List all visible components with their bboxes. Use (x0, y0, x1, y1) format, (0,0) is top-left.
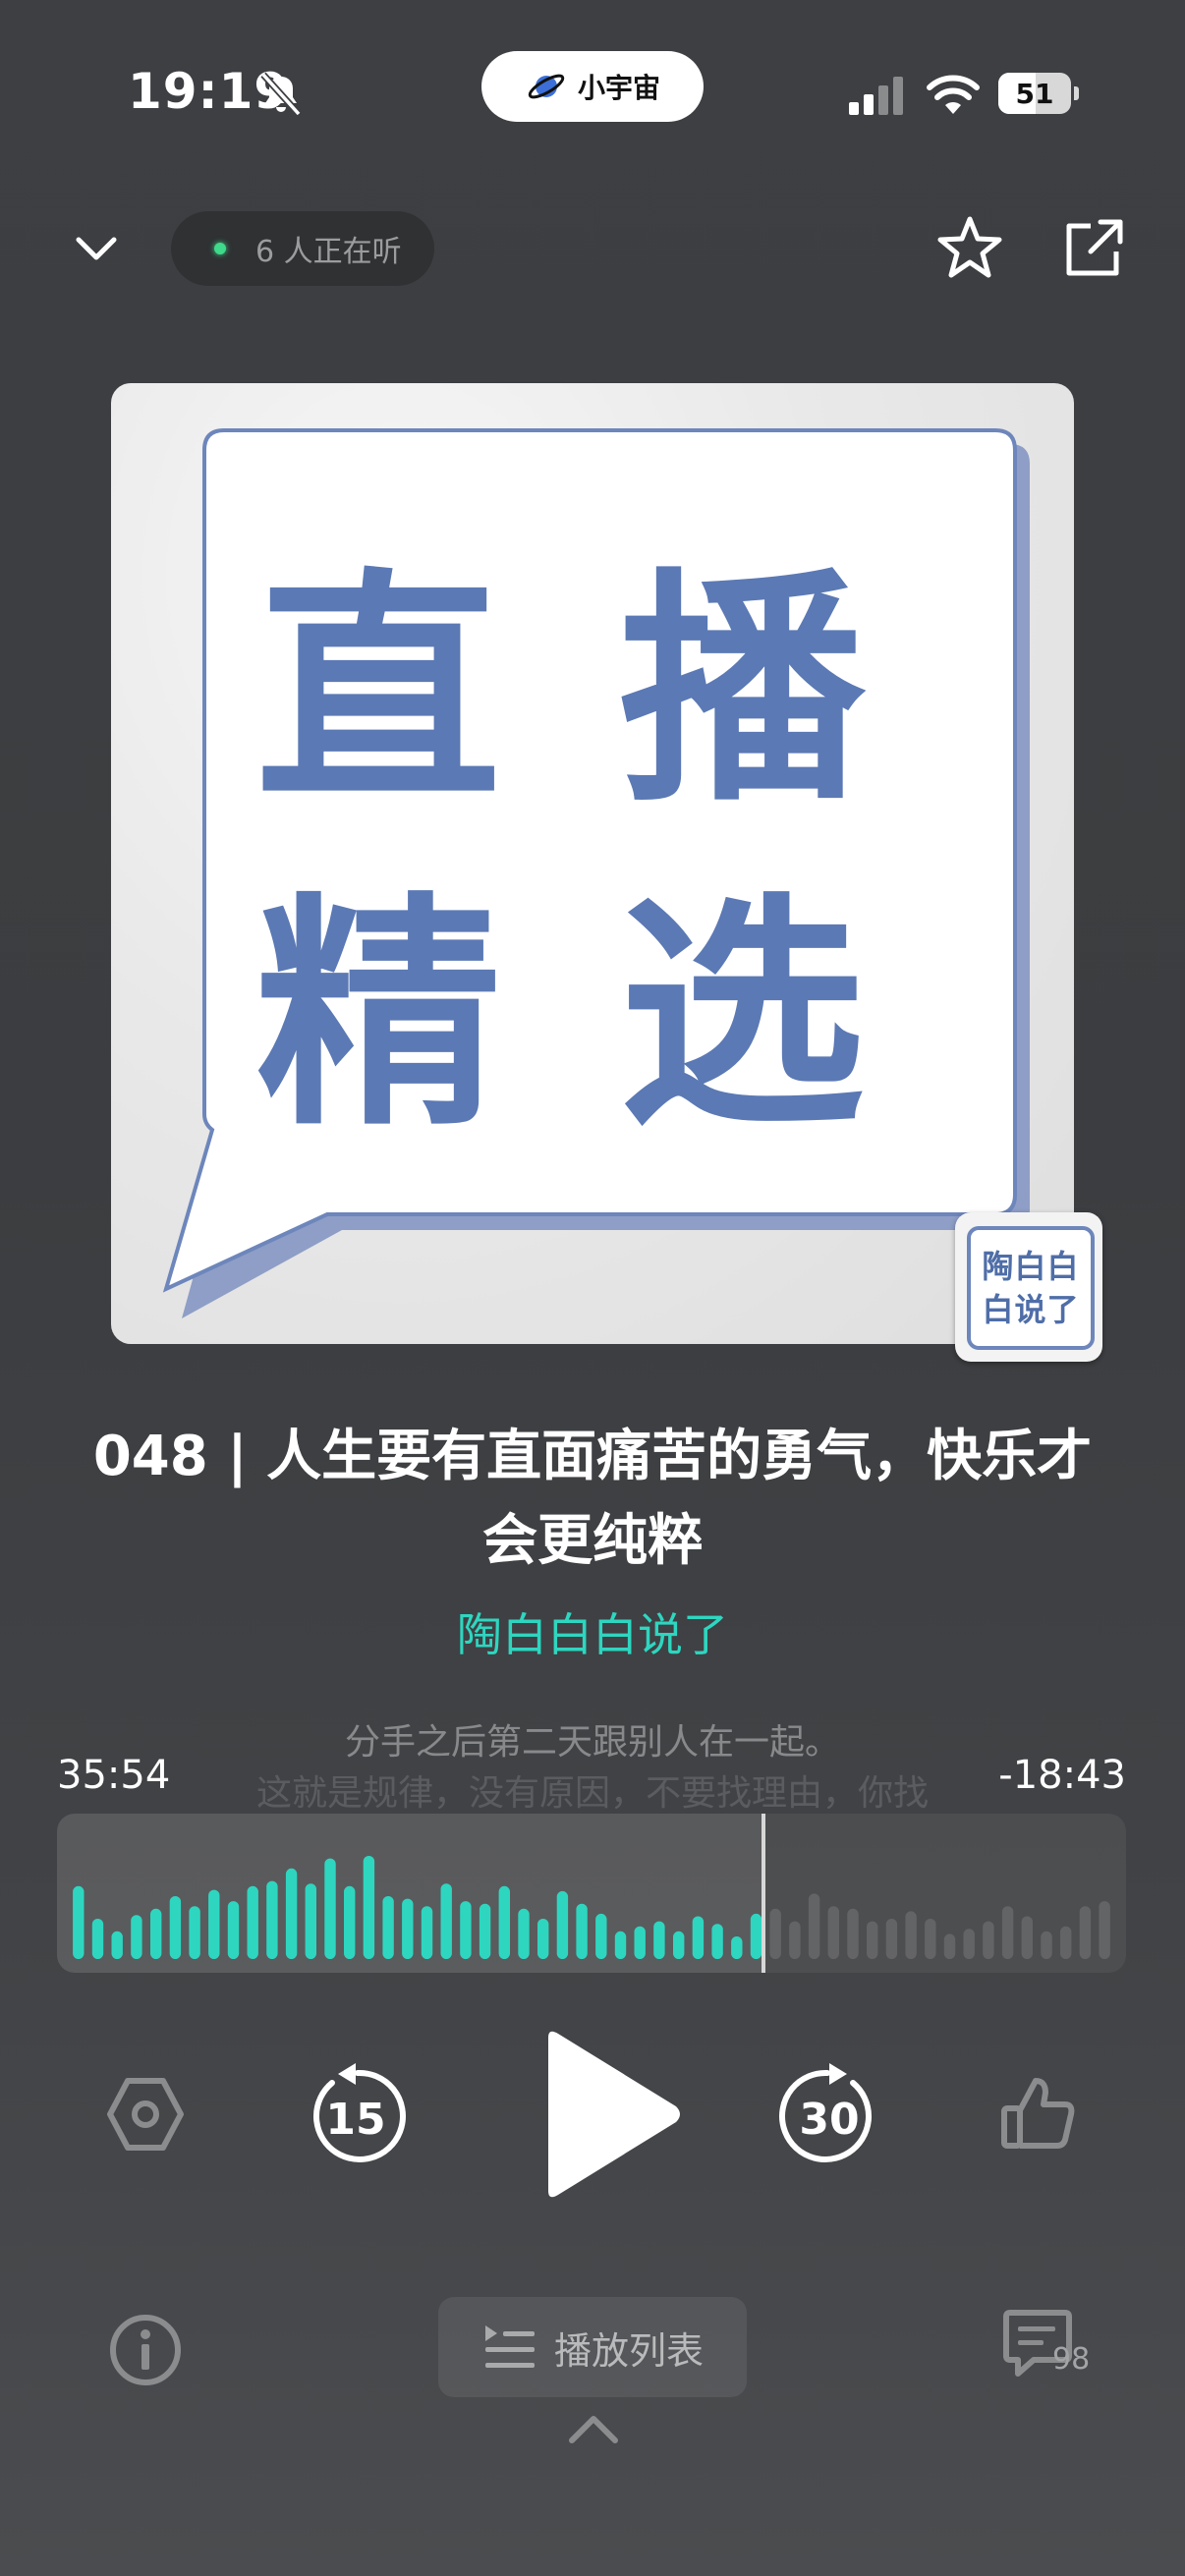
waveform-bar (363, 1856, 375, 1959)
thumbs-up-icon[interactable] (1000, 2075, 1077, 2152)
waveform-bar (885, 1919, 898, 1959)
episode-title: 048 | 人生要有直面痛苦的勇气，快乐才会更纯粹 (92, 1425, 1093, 1573)
listener-count-badge: 6 人正在听 (171, 211, 434, 286)
waveform-bar (1041, 1931, 1052, 1959)
waveform-bar (131, 1915, 142, 1959)
waveform-bar (111, 1931, 123, 1959)
waveform-bar (440, 1883, 452, 1959)
app-pill[interactable]: 小宇宙 (481, 51, 704, 122)
settings-hexagon-icon[interactable] (106, 2075, 185, 2154)
waveform-bar (285, 1868, 298, 1959)
waveform-bar (963, 1929, 975, 1959)
waveform-bar (673, 1931, 685, 1959)
waveform-bar (266, 1880, 278, 1959)
app-pill-label: 小宇宙 (577, 72, 660, 104)
cover-char: 精 (255, 872, 501, 1158)
waveform-bar (227, 1901, 240, 1959)
waveform-bar (208, 1889, 220, 1959)
waveform-bar (421, 1906, 433, 1959)
cover-char: 选 (619, 872, 865, 1158)
cellular-signal-icon (849, 77, 903, 115)
speech-bubble-graphic: 直 播 精 选 (162, 428, 1030, 1318)
waveform-bar (402, 1898, 414, 1959)
waveform-bar (867, 1921, 878, 1959)
playlist-icon (484, 2325, 535, 2368)
badge-line: 白说了 (982, 1291, 1080, 1328)
forward-30-button[interactable]: 30 (776, 2061, 882, 2169)
waveform-bar (983, 1921, 994, 1959)
share-icon[interactable] (1061, 216, 1126, 279)
battery-indicator: 51 (998, 73, 1079, 114)
star-icon[interactable] (935, 214, 1004, 281)
author-badge: 陶白白 白说了 (955, 1212, 1102, 1362)
waveform-bar (1021, 1916, 1033, 1959)
chevron-up-icon[interactable] (566, 2409, 621, 2448)
elapsed-time: 35:54 (57, 1753, 171, 1798)
waveform-bars (73, 1856, 1110, 1959)
waveform-bar (537, 1919, 549, 1959)
waveform-bar (382, 1896, 394, 1959)
live-dot-icon (214, 243, 226, 254)
cover-char: 播 (619, 548, 867, 834)
waveform-bar (905, 1911, 917, 1959)
waveform-bar (634, 1926, 646, 1959)
rewind-15-button[interactable]: 15 (303, 2061, 409, 2169)
waveform-bar (1001, 1906, 1014, 1959)
waveform-bar (769, 1908, 781, 1959)
waveform-bar (943, 1933, 956, 1959)
forward-seconds: 30 (799, 2095, 859, 2145)
waveform-bar (576, 1903, 588, 1959)
waveform-bar (247, 1885, 258, 1959)
cover-art: 直 播 精 选 (111, 383, 1074, 1344)
remaining-time: -18:43 (998, 1753, 1126, 1798)
waveform-bar (169, 1896, 182, 1959)
playlist-button[interactable]: 播放列表 (438, 2297, 747, 2397)
forward-icon: 30 (779, 2063, 873, 2162)
waveform-bar (556, 1890, 569, 1959)
waveform-bar (305, 1883, 316, 1959)
waveform-bar (1099, 1901, 1110, 1959)
waveform-bar (731, 1936, 743, 1959)
waveform-bar (498, 1885, 510, 1959)
info-icon[interactable] (108, 2313, 183, 2387)
planet-icon (528, 74, 565, 99)
play-icon[interactable] (536, 2028, 684, 2201)
waveform-bar (847, 1908, 859, 1959)
waveform-bar (750, 1913, 762, 1959)
badge-line: 陶白白 (982, 1248, 1080, 1285)
playlist-label: 播放列表 (553, 2328, 704, 2373)
waveform-bar (189, 1906, 200, 1959)
bell-muted-icon (260, 72, 302, 117)
listener-count-text: 6 人正在听 (255, 235, 402, 269)
waveform-bar (614, 1931, 627, 1959)
rewind-icon: 15 (312, 2063, 406, 2162)
waveform-bar (91, 1919, 104, 1959)
podcast-author[interactable]: 陶白白白说了 (0, 1599, 1185, 1664)
waveform-bar (789, 1921, 801, 1959)
waveform-bar (808, 1893, 820, 1959)
waveform-bar (460, 1901, 472, 1959)
cover-char: 直 (255, 548, 501, 834)
waveform-bar (150, 1908, 162, 1959)
waveform-bar (518, 1908, 530, 1959)
waveform-bar (479, 1903, 491, 1959)
wifi-icon (927, 75, 980, 114)
rewind-seconds: 15 (325, 2095, 385, 2145)
waveform-bar (344, 1885, 356, 1959)
waveform-bar (324, 1858, 336, 1959)
waveform-bar (73, 1885, 85, 1959)
collapse-chevron-down-icon[interactable] (69, 222, 124, 277)
comment-count: 98 (1052, 2342, 1091, 2377)
waveform-bar (692, 1916, 705, 1959)
waveform-scrubber[interactable] (57, 1814, 1126, 1973)
battery-level: 51 (1015, 77, 1054, 110)
waveform-bar (827, 1906, 839, 1959)
waveform-bar (711, 1924, 723, 1959)
waveform-bar (925, 1919, 936, 1959)
playhead[interactable] (761, 1814, 765, 1973)
waveform-bar (1079, 1906, 1092, 1959)
waveform-bar (653, 1921, 665, 1959)
waveform-bar (595, 1913, 607, 1959)
waveform-bar (1060, 1926, 1072, 1959)
